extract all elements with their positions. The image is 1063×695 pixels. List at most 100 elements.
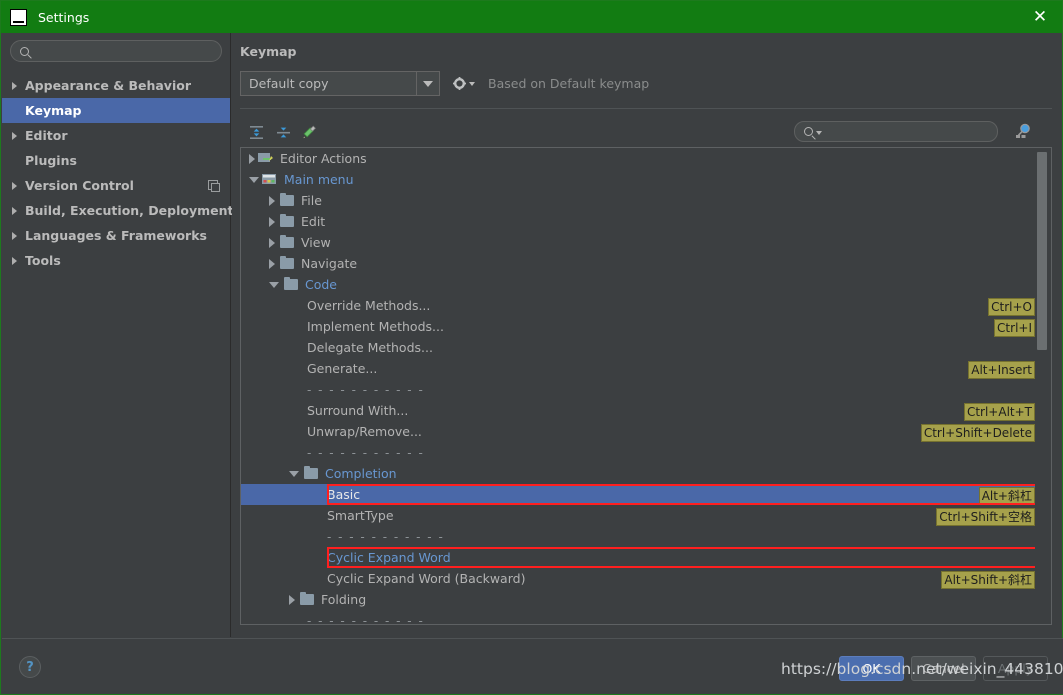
tree-expand-icon[interactable] <box>269 216 275 227</box>
sidebar-item-appearance-behavior[interactable]: Appearance & Behavior <box>2 73 230 98</box>
copy-icon <box>208 180 220 192</box>
tree-row[interactable]: - - - - - - - - - - - <box>241 379 1035 400</box>
page-title: Keymap <box>240 44 297 59</box>
window-titlebar: Settings ✕ <box>1 1 1062 33</box>
tree-row[interactable]: View <box>241 232 1035 253</box>
search-input[interactable] <box>35 43 212 59</box>
tree-collapse-icon[interactable] <box>249 176 259 183</box>
tree-row[interactable]: Basic Alt+斜杠 <box>241 484 1035 505</box>
tree-row[interactable]: Override Methods... Ctrl+O <box>241 295 1035 316</box>
tree-separator: - - - - - - - - - - - <box>327 529 445 544</box>
close-icon[interactable]: ✕ <box>1030 7 1050 27</box>
tree-row[interactable]: - - - - - - - - - - - <box>241 610 1035 625</box>
folder-icon <box>280 192 294 206</box>
tree-expand-icon[interactable] <box>249 153 255 164</box>
folder-icon <box>280 255 294 269</box>
sidebar-item-languages-frameworks[interactable]: Languages & Frameworks <box>2 223 230 248</box>
chevron-down-icon[interactable] <box>416 72 439 95</box>
sidebar-nav-list: Appearance & Behavior Keymap Editor Plugins… <box>2 73 234 273</box>
tree-collapse-icon[interactable] <box>289 470 299 477</box>
tree-row[interactable]: Delegate Methods... <box>241 337 1035 358</box>
sidebar-search-wrap <box>2 33 230 62</box>
ok-button[interactable]: OK <box>839 656 904 681</box>
shortcut-badge: Ctrl+O <box>988 297 1035 316</box>
folder-icon <box>280 234 294 248</box>
shortcut-filter-box[interactable] <box>794 121 998 142</box>
tree-row-label: Cyclic Expand Word <box>327 550 451 565</box>
sidebar-item-label: Languages & Frameworks <box>25 228 207 243</box>
tree-row[interactable]: Unwrap/Remove... Ctrl+Shift+Delete <box>241 421 1035 442</box>
folder-icon <box>284 276 298 290</box>
intellij-logo-icon <box>10 8 27 26</box>
tree-row[interactable]: Code <box>241 274 1035 295</box>
main-menu-icon <box>262 173 277 186</box>
sidebar-item-keymap[interactable]: Keymap <box>2 98 230 123</box>
keymap-select[interactable]: Default copy <box>240 71 440 96</box>
sidebar-item-editor[interactable]: Editor <box>2 123 230 148</box>
edit-shortcut-button[interactable] <box>298 122 318 142</box>
tree-row[interactable]: Navigate <box>241 253 1035 274</box>
panel-divider <box>240 108 1052 109</box>
tree-separator: - - - - - - - - - - - <box>307 445 425 460</box>
shortcut-badge: Alt+Insert <box>968 360 1035 379</box>
sidebar-item-tools[interactable]: Tools <box>2 248 230 273</box>
cancel-button[interactable]: Cancel <box>911 656 976 681</box>
tree-row-label: Edit <box>301 214 326 229</box>
tree-row[interactable]: SmartType Ctrl+Shift+空格 <box>241 505 1035 526</box>
annotation-highlight-box <box>327 484 1035 505</box>
chevron-right-icon <box>12 131 17 140</box>
find-by-shortcut-button[interactable] <box>1012 120 1034 142</box>
keymap-toolbar <box>240 119 1052 145</box>
tree-row-label: Main menu <box>284 172 354 187</box>
based-on-label: Based on Default keymap <box>488 76 650 91</box>
sidebar-item-build-execution-deployment[interactable]: Build, Execution, Deployment <box>2 198 234 223</box>
tree-expand-icon[interactable] <box>269 195 275 206</box>
tree-scrollbar[interactable] <box>1035 149 1050 624</box>
collapse-all-button[interactable] <box>273 122 293 142</box>
gear-caret-icon <box>469 81 475 86</box>
sidebar-item-label: Plugins <box>25 153 77 168</box>
shortcut-badge: Ctrl+Alt+T <box>963 402 1035 421</box>
tree-row[interactable]: Editor Actions <box>241 148 1035 169</box>
tree-row[interactable]: Edit <box>241 211 1035 232</box>
sidebar-item-version-control[interactable]: Version Control <box>2 173 230 198</box>
tree-row-label: Implement Methods... <box>307 319 444 334</box>
shortcut-badge: Alt+斜杠 <box>978 486 1035 505</box>
tree-row[interactable]: - - - - - - - - - - - <box>241 526 1035 547</box>
keymap-settings-button[interactable] <box>453 77 475 90</box>
sidebar-search-box[interactable] <box>10 40 222 62</box>
tree-row[interactable]: Main menu <box>241 169 1035 190</box>
tree-row-label: Navigate <box>301 256 358 271</box>
tree-collapse-icon[interactable] <box>269 281 279 288</box>
sidebar-item-label: Build, Execution, Deployment <box>25 203 234 218</box>
tree-row-label: View <box>301 235 331 250</box>
sidebar-item-plugins[interactable]: Plugins <box>2 148 230 173</box>
apply-button[interactable]: Apply <box>983 656 1048 681</box>
folder-icon <box>280 213 294 227</box>
tree-expand-icon[interactable] <box>269 258 275 269</box>
tree-row[interactable]: Folding <box>241 589 1035 610</box>
tree-row-label: File <box>301 193 322 208</box>
expand-all-button[interactable] <box>246 122 266 142</box>
tree-row-label: Delegate Methods... <box>307 340 433 355</box>
help-button[interactable]: ? <box>19 656 41 678</box>
sidebar-item-label: Editor <box>25 128 68 143</box>
tree-expand-icon[interactable] <box>289 594 295 605</box>
shortcut-filter-input[interactable] <box>828 123 997 140</box>
tree-row[interactable]: - - - - - - - - - - - <box>241 442 1035 463</box>
tree-row[interactable]: Cyclic Expand Word <box>241 547 1035 568</box>
folder-icon <box>304 465 318 479</box>
tree-row-label: Completion <box>325 466 397 481</box>
tree-row[interactable]: Completion <box>241 463 1035 484</box>
keymap-panel: Keymap Default copy Based on Default key… <box>232 33 1062 637</box>
tree-row[interactable]: Implement Methods... Ctrl+I <box>241 316 1035 337</box>
tree-row[interactable]: Surround With... Ctrl+Alt+T <box>241 400 1035 421</box>
keymap-tree-rows: Editor Actions Main menu File Edit View Navig… <box>241 148 1035 624</box>
tree-scrollbar-thumb[interactable] <box>1037 152 1047 350</box>
tree-expand-icon[interactable] <box>269 237 275 248</box>
tree-row[interactable]: Cyclic Expand Word (Backward) Alt+Shift+斜… <box>241 568 1035 589</box>
chevron-right-icon <box>12 231 17 240</box>
filter-search-icon <box>804 127 813 136</box>
tree-row[interactable]: File <box>241 190 1035 211</box>
tree-row[interactable]: Generate... Alt+Insert <box>241 358 1035 379</box>
